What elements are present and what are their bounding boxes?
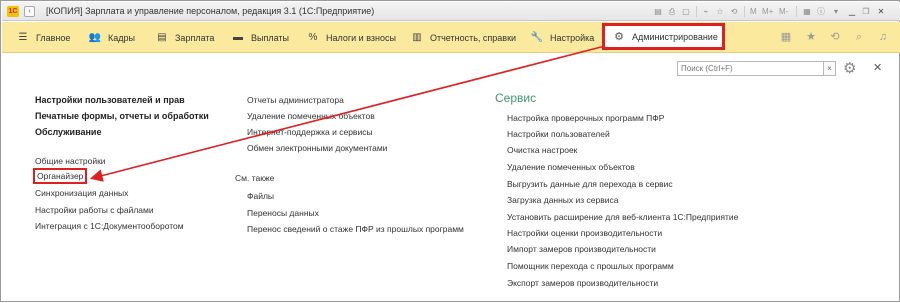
section-main[interactable]: ☰ Главное [16, 22, 71, 53]
favorites-star-icon[interactable]: ★ [804, 30, 818, 44]
close-window-icon[interactable]: ✕ [875, 6, 887, 17]
section-setup-label: Настройка [550, 32, 595, 43]
col1-bold-link-2[interactable]: Печатные формы, отчеты и обработки [35, 111, 209, 121]
col1-link-4[interactable]: Настройки работы с файлами [35, 205, 154, 215]
service-link-4[interactable]: Удаление помеченных объектов [507, 162, 635, 172]
notifications-bell-icon[interactable]: ♫ [876, 30, 890, 44]
search-clear-button[interactable]: × [823, 61, 836, 76]
section-reports-label: Отчетность, справки [430, 32, 517, 43]
section-salary[interactable]: ▤ Зарплата [155, 22, 214, 53]
see-also-link-2[interactable]: Переносы данных [247, 208, 319, 218]
see-also-link-1[interactable]: Файлы [247, 191, 274, 201]
settings-gear-icon[interactable]: ⚙ [843, 59, 856, 77]
menu-dropdown-icon[interactable]: ▾ [830, 6, 842, 17]
section-administration-label: Администрирование [632, 31, 718, 42]
section-payments[interactable]: ▬ Выплаты [231, 22, 289, 53]
wallet-icon: ▬ [233, 32, 243, 43]
section-hr[interactable]: 👥 Кадры [88, 22, 135, 53]
service-link-9[interactable]: Импорт замеров производительности [507, 244, 656, 254]
back-icon[interactable]: ‹ [24, 6, 35, 17]
window-title: [КОПИЯ] Зарплата и управление персоналом… [46, 6, 375, 16]
minimize-icon[interactable]: ▁ [846, 6, 858, 17]
section-setup[interactable]: 🔧 Настройка [530, 22, 595, 53]
service-link-3[interactable]: Очистка настроек [507, 145, 577, 155]
col1-link-1[interactable]: Общие настройки [35, 156, 106, 166]
section-taxes[interactable]: % Налоги и взносы [306, 22, 396, 53]
col2-link-3[interactable]: Интернет-поддержка и сервисы [247, 127, 373, 137]
print-icon[interactable]: ⎙ [666, 6, 678, 17]
organizer-highlight [33, 168, 87, 184]
service-link-5[interactable]: Выгрузить данные для перехода в сервис [507, 179, 673, 189]
col1-link-3[interactable]: Синхронизация данных [35, 188, 128, 198]
title-bar: 1C ‹ [КОПИЯ] Зарплата и управление персо… [2, 2, 900, 21]
gear-icon: ⚙ [614, 31, 624, 43]
history-icon[interactable]: ⟲ [728, 6, 740, 17]
section-payments-label: Выплаты [251, 32, 289, 43]
service-link-8[interactable]: Настройки оценки производительности [507, 228, 662, 238]
section-reports[interactable]: ▥ Отчетность, справки [410, 22, 516, 53]
section-hr-label: Кадры [108, 32, 135, 43]
app-window: 1C ‹ [КОПИЯ] Зарплата и управление персо… [0, 0, 900, 302]
col2-link-4[interactable]: Обмен электронными документами [247, 143, 387, 153]
col1-link-5[interactable]: Интеграция с 1С:Документооборотом [35, 221, 184, 231]
col1-bold-link-3[interactable]: Обслуживание [35, 127, 101, 137]
app-logo: 1C [7, 6, 19, 17]
favorite-icon[interactable]: ☆ [714, 6, 726, 17]
see-also-label: См. также [235, 173, 275, 183]
service-link-1[interactable]: Настройка проверочных программ ПФР [507, 113, 664, 123]
link-icon[interactable]: ⌁ [700, 6, 712, 17]
section-taxes-label: Налоги и взносы [326, 32, 396, 43]
col1-bold-link-1[interactable]: Настройки пользователей и прав [35, 95, 185, 105]
section-salary-label: Зарплата [175, 32, 215, 43]
service-link-11[interactable]: Экспорт замеров производительности [507, 278, 658, 288]
service-link-6[interactable]: Загрузка данных из сервиса [507, 195, 618, 205]
save-icon[interactable]: ▤ [652, 6, 664, 17]
service-link-7[interactable]: Установить расширение для веб-клиента 1С… [507, 212, 738, 222]
service-link-2[interactable]: Настройки пользователей [507, 129, 610, 139]
memory-minus[interactable]: M- [779, 6, 788, 17]
search-icon[interactable]: ⌕ [852, 30, 866, 44]
section-panel: ☰ Главное 👥 Кадры ▤ Зарплата ▬ Выплаты %… [2, 22, 900, 53]
people-icon: 👥 [88, 32, 102, 43]
memory-plus[interactable]: M+ [762, 6, 773, 17]
calculator-icon[interactable]: ▦ [801, 6, 813, 17]
functions-grid-icon[interactable]: ▦ [779, 30, 793, 44]
service-heading: Сервис [495, 91, 537, 105]
wrench-icon: 🔧 [530, 32, 544, 43]
document-icon: ▤ [157, 32, 167, 43]
section-main-label: Главное [36, 32, 71, 43]
maximize-icon[interactable]: ❐ [860, 6, 872, 17]
preview-icon[interactable]: ▢ [680, 6, 692, 17]
section-administration[interactable]: ⚙ Администрирование [602, 23, 725, 50]
close-icon[interactable]: ✕ [873, 61, 882, 74]
history-clock-icon[interactable]: ⟲ [828, 30, 842, 44]
col2-link-1[interactable]: Отчеты администратора [247, 95, 344, 105]
memory-m[interactable]: M [750, 6, 757, 17]
col2-link-2[interactable]: Удаление помеченных объектов [247, 111, 375, 121]
see-also-link-3[interactable]: Перенос сведений о стаже ПФР из прошлых … [247, 224, 464, 234]
percent-icon: % [308, 32, 318, 43]
info-icon[interactable]: ⓘ [815, 6, 827, 17]
service-link-10[interactable]: Помощник перехода с прошлых программ [507, 261, 674, 271]
menu-icon: ☰ [18, 32, 28, 43]
search-input[interactable] [677, 61, 824, 76]
reports-icon: ▥ [412, 32, 422, 43]
